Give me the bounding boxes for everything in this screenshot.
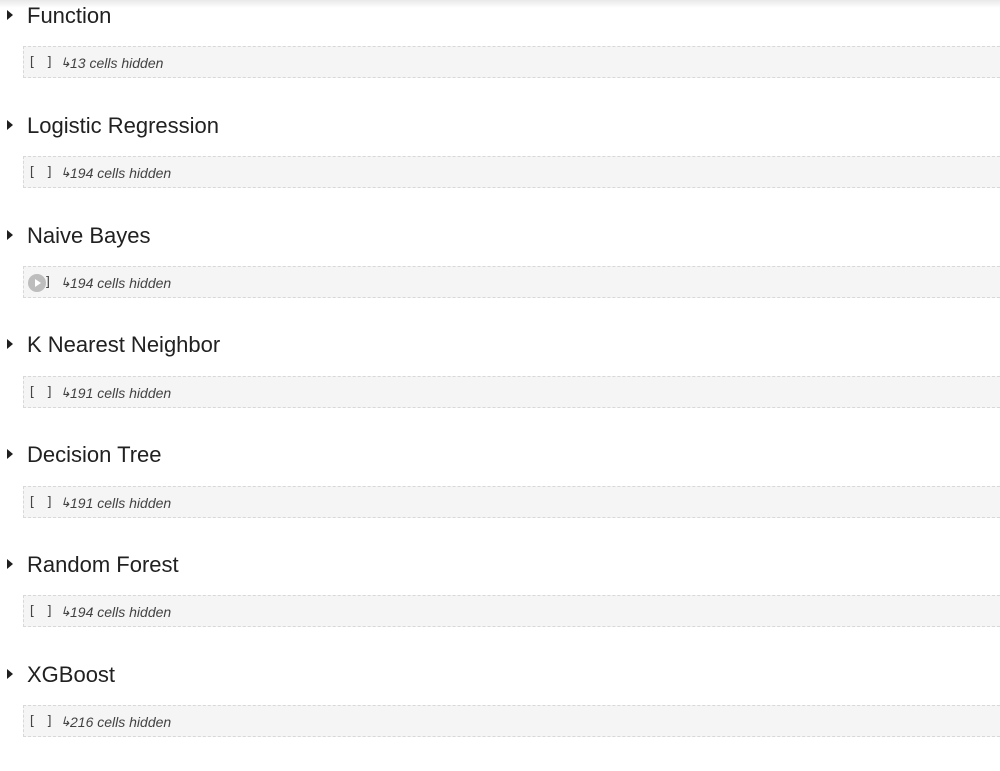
caret-right-icon[interactable]: [7, 339, 13, 349]
hidden-cells-count: 13 cells hidden: [70, 55, 164, 71]
section-function: Function [ ] ↳ 13 cells hidden: [0, 2, 1000, 112]
run-cell-button[interactable]: [ ]: [28, 495, 54, 511]
run-cell-button[interactable]: [ ]: [28, 604, 54, 620]
hidden-cells-count: 191 cells hidden: [70, 385, 172, 401]
section-xgboost: XGBoost [ ] ↳ 216 cells hidden: [0, 661, 1000, 771]
hidden-cells-bar[interactable]: [ ] ↳ 13 cells hidden: [23, 46, 1000, 78]
section-title: XGBoost: [27, 662, 116, 687]
hidden-cells-count: 194 cells hidden: [70, 165, 172, 181]
hidden-cells-bar[interactable]: [ ] ↳ 191 cells hidden: [23, 486, 1000, 518]
section-title: Function: [27, 3, 112, 28]
caret-right-icon[interactable]: [7, 230, 13, 240]
run-cell-button[interactable]: [ ]: [28, 55, 54, 71]
section-heading-row[interactable]: Decision Tree: [0, 441, 1000, 471]
hidden-cells-bar[interactable]: ] ↳ 194 cells hidden: [23, 266, 1000, 298]
section-heading-row[interactable]: Function: [0, 2, 1000, 32]
hidden-cells-count: 191 cells hidden: [70, 495, 172, 511]
caret-right-icon[interactable]: [7, 10, 13, 20]
section-heading-row[interactable]: Random Forest: [0, 551, 1000, 581]
section-title: K Nearest Neighbor: [27, 332, 221, 357]
hidden-cells-count: 216 cells hidden: [70, 714, 172, 730]
run-cell-button[interactable]: [ ]: [28, 165, 54, 181]
section-title: Random Forest: [27, 552, 179, 577]
hidden-cells-count: 194 cells hidden: [70, 604, 172, 620]
hidden-cells-bar[interactable]: [ ] ↳ 216 cells hidden: [23, 705, 1000, 737]
caret-right-icon[interactable]: [7, 449, 13, 459]
section-decision-tree: Decision Tree [ ] ↳ 191 cells hidden: [0, 441, 1000, 551]
section-title: Decision Tree: [27, 442, 162, 467]
caret-right-icon[interactable]: [7, 669, 13, 679]
caret-right-icon[interactable]: [7, 559, 13, 569]
section-heading-row[interactable]: Naive Bayes: [0, 222, 1000, 252]
section-logistic-regression: Logistic Regression [ ] ↳ 194 cells hidd…: [0, 112, 1000, 222]
notebook-content: Function [ ] ↳ 13 cells hidden Logistic …: [0, 0, 1000, 750]
section-random-forest: Random Forest [ ] ↳ 194 cells hidden: [0, 551, 1000, 661]
section-naive-bayes: Naive Bayes ] ↳ 194 cells hidden: [0, 222, 1000, 332]
section-k-nearest-neighbor: K Nearest Neighbor [ ] ↳ 191 cells hidde…: [0, 331, 1000, 441]
run-cell-button[interactable]: [ ]: [28, 385, 54, 401]
section-title: Naive Bayes: [27, 223, 151, 248]
caret-right-icon[interactable]: [7, 120, 13, 130]
section-title: Logistic Regression: [27, 113, 219, 138]
hidden-cells-bar[interactable]: [ ] ↳ 191 cells hidden: [23, 376, 1000, 408]
hidden-cells-count: 194 cells hidden: [70, 275, 172, 291]
hidden-cells-bar[interactable]: [ ] ↳ 194 cells hidden: [23, 156, 1000, 188]
hidden-cells-bar[interactable]: [ ] ↳ 194 cells hidden: [23, 595, 1000, 627]
section-heading-row[interactable]: K Nearest Neighbor: [0, 331, 1000, 361]
section-heading-row[interactable]: XGBoost: [0, 661, 1000, 691]
section-heading-row[interactable]: Logistic Regression: [0, 112, 1000, 142]
run-bracket: ]: [44, 275, 52, 290]
run-cell-button[interactable]: [ ]: [28, 714, 54, 730]
